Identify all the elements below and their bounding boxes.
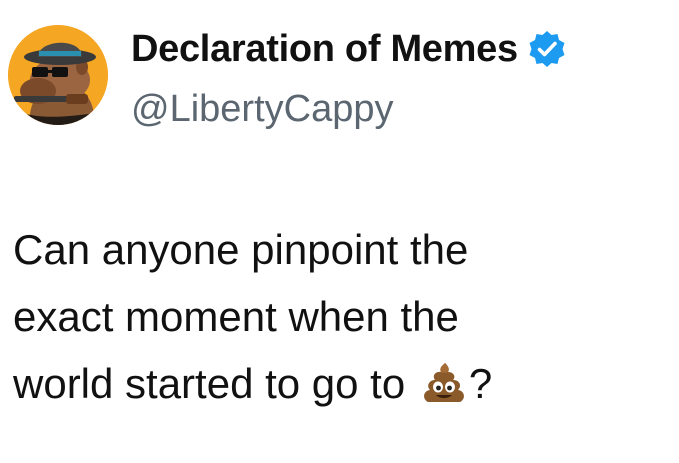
profile-avatar[interactable] (8, 25, 108, 125)
author-name-row: Declaration of Memes (131, 24, 567, 74)
tweet-text-segment: world started to go to (13, 360, 406, 407)
tweet-text-line: world started to go to ? (13, 350, 653, 417)
tweet-text-ending: ? (468, 360, 493, 407)
cowboy-capybara-avatar (8, 25, 108, 125)
verified-badge-icon (529, 31, 565, 67)
tweet-text-line: exact moment when the (13, 293, 459, 340)
author-display-name[interactable]: Declaration of Memes (131, 24, 518, 74)
author-handle[interactable]: @LibertyCappy (131, 86, 393, 132)
tweet-card: Declaration of Memes @LibertyCappy Can a… (0, 0, 679, 463)
tweet-text: Can anyone pinpoint the exact moment whe… (13, 216, 653, 417)
pile-of-poo-icon (423, 363, 464, 402)
tweet-text-line: Can anyone pinpoint the (13, 226, 469, 273)
